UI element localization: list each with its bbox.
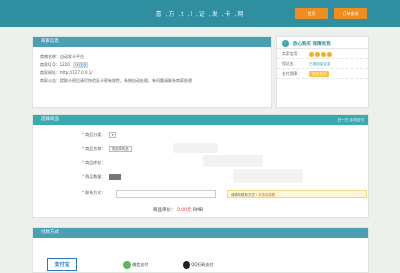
deposit-value: 已缴纳保证金 xyxy=(309,62,331,66)
contact-hint-text: 请填写联系方式 xyxy=(231,193,255,197)
secure-pay-logo: 安全支付 xyxy=(309,71,329,77)
payment-guarantee-row: 支付保障： 安全支付 xyxy=(277,69,368,79)
seller-url-row: 商家网址：http://127.0.0.1/ xyxy=(40,70,93,75)
qq-chat-button[interactable]: QQ交谈 xyxy=(73,62,89,68)
contact-hint: 请填写联系方式 ! 未查询重要 xyxy=(227,190,367,198)
seller-name-row: 商铺名称：自动发卡平台 xyxy=(40,54,84,59)
goods-panel: 选择商品 扫一扫 手机支付 * 商品分类： ▾ * 商品名称： 请选择商品 * … xyxy=(32,114,369,218)
wechat-pay-label: 微信支付 xyxy=(132,262,149,267)
blurred-area xyxy=(173,143,218,153)
seller-notice-row: 商家公告：提取卡密后请尽快验证卡密有效性，系统自动处理，有问题请联系商家处理 xyxy=(40,78,192,83)
guarantee-panel: ✓ 放心购买 保障有我 卖家信用： 保证金： 已缴纳保证金 支付保障： 安全支付 xyxy=(276,36,369,108)
blurred-area xyxy=(203,155,263,167)
shield-icon: ✓ xyxy=(282,40,289,47)
deposit-label: 保证金： xyxy=(282,61,298,66)
category-select[interactable]: ▾ xyxy=(108,132,117,138)
alipay-option[interactable]: 支付宝 xyxy=(47,258,77,271)
contact-label: 联系方式： xyxy=(85,190,106,195)
goods-name-label: 商品名称： xyxy=(85,146,106,151)
mobile-pay-hint: 扫一扫 手机支付 xyxy=(337,118,364,122)
qq-pay-option[interactable]: QQ扫码支付 xyxy=(183,261,214,269)
seller-info-title: 商家信息 xyxy=(33,37,271,47)
quantity-row: * 购买数量： xyxy=(82,174,121,180)
seller-info-panel: 商家信息 商铺名称：自动发卡平台 商家Q Q：1220 QQ交谈 商家网址：ht… xyxy=(32,36,272,108)
contact-hint-warning: ! 未查询重要 xyxy=(255,193,276,197)
payment-guarantee-label: 支付保障： xyxy=(282,71,301,76)
category-row: * 商品分类： ▾ xyxy=(82,132,117,138)
quantity-input[interactable] xyxy=(108,174,121,180)
qq-penguin-icon xyxy=(183,261,190,269)
contact-input[interactable] xyxy=(116,190,216,198)
wechat-icon xyxy=(123,261,131,269)
goods-select[interactable]: 请选择商品 xyxy=(108,146,132,152)
deposit-row: 保证金： 已缴纳保证金 xyxy=(277,59,368,69)
payment-panel: 付款方式 支付宝 微信支付 QQ扫码支付 xyxy=(32,227,369,273)
price-value: 0.00元 xyxy=(176,208,192,213)
top-header: 喜 ,方 ,t ,l ,证 ,发 ,卡 ,网 首页 订单查询 xyxy=(0,0,400,27)
order-query-button[interactable]: 订单查询 xyxy=(334,8,367,19)
guarantee-title: 放心购买 保障有我 xyxy=(293,42,331,47)
payment-panel-title: 付款方式 xyxy=(33,228,368,238)
stock-row: * 商品库存： xyxy=(82,160,106,165)
wechat-pay-option[interactable]: 微信支付 xyxy=(123,261,148,269)
seller-qq-text: 商家Q Q：1220 xyxy=(40,62,70,67)
goods-panel-title: 选择商品 xyxy=(41,117,59,122)
goods-panel-header: 选择商品 扫一扫 手机支付 xyxy=(33,115,368,125)
price-row: 商品单价： 0.00元 RMB xyxy=(153,207,203,213)
seller-qq-row: 商家Q Q：1220 QQ交谈 xyxy=(40,61,271,69)
credit-label: 卖家信用： xyxy=(282,51,301,56)
goods-name-row: * 商品名称： 请选择商品 xyxy=(82,146,132,152)
stock-label: 商品库存： xyxy=(85,160,106,165)
home-button[interactable]: 首页 xyxy=(295,8,328,19)
qq-pay-label: QQ扫码支付 xyxy=(191,262,214,267)
blurred-area xyxy=(233,169,303,183)
price-label: 商品单价： xyxy=(153,208,176,213)
credit-row: 卖家信用： xyxy=(277,49,368,59)
contact-row: * 联系方式： xyxy=(82,190,106,195)
category-label: 商品分类： xyxy=(85,132,106,137)
shop-title: 喜 ,方 ,t ,l ,证 ,发 ,卡 ,网 xyxy=(155,11,245,18)
quantity-label: 购买数量： xyxy=(85,174,106,179)
price-unit: RMB xyxy=(192,208,204,213)
